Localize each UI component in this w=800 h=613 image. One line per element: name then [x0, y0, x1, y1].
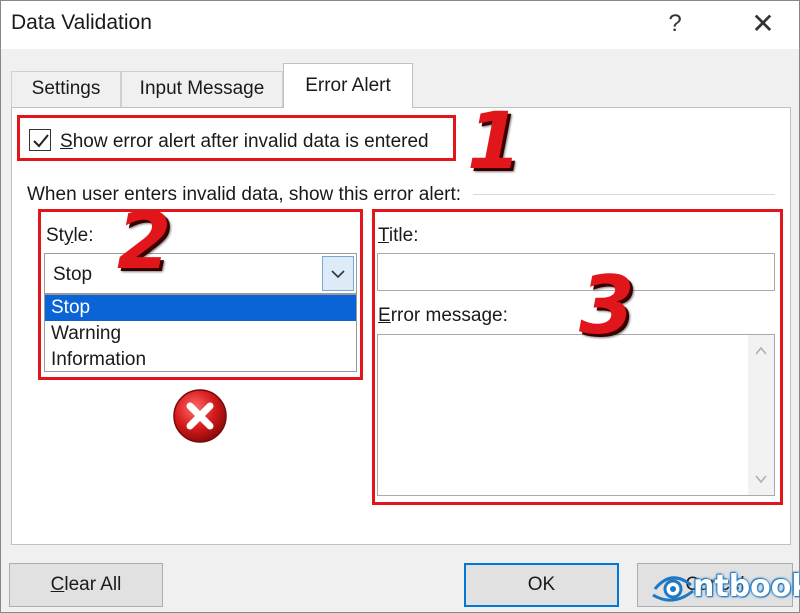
checkmark-icon [33, 134, 49, 148]
textarea-scrollbar[interactable] [748, 335, 774, 495]
data-validation-dialog: Data Validation ? ✕ Settings Input Messa… [0, 0, 800, 613]
group-divider [473, 194, 775, 195]
style-select[interactable]: Stop [44, 253, 357, 294]
style-option-stop[interactable]: Stop [45, 295, 356, 321]
show-error-alert-label[interactable]: Show error alert after invalid data is e… [60, 131, 429, 153]
title-input[interactable] [377, 253, 775, 291]
scroll-down-icon[interactable] [754, 473, 768, 485]
scroll-up-icon[interactable] [754, 345, 768, 357]
error-message-textarea[interactable] [377, 334, 775, 496]
style-dropdown-list: Stop Warning Information [44, 294, 357, 372]
style-option-information[interactable]: Information [45, 347, 356, 373]
style-label-post: le: [73, 225, 94, 246]
hotkey-t: T [378, 225, 389, 246]
tab-settings[interactable]: Settings [11, 71, 121, 107]
stop-error-icon [173, 389, 227, 443]
style-option-warning[interactable]: Warning [45, 321, 356, 347]
watermark-logo: ntbook [649, 567, 800, 607]
hotkey-c: C [50, 574, 65, 595]
style-label: Style: [46, 225, 94, 247]
annotation-number-1: 1 [467, 97, 522, 187]
show-error-alert-text: how error alert after invalid data is en… [72, 131, 429, 152]
tab-input-message[interactable]: Input Message [121, 71, 283, 107]
style-label-pre: St [46, 225, 64, 246]
show-error-alert-checkbox[interactable] [29, 129, 51, 151]
chevron-down-icon[interactable] [322, 256, 354, 291]
hotkey-s: S [60, 131, 73, 152]
dialog-title: Data Validation [11, 11, 152, 34]
clear-all-text: lear All [64, 574, 122, 595]
close-icon[interactable]: ✕ [741, 5, 785, 43]
watermark-text: ntbook [693, 569, 800, 604]
group-label: When user enters invalid data, show this… [27, 184, 462, 205]
title-label: Title: [378, 225, 418, 247]
chevron-down-glyph [331, 270, 345, 279]
annotation-number-2: 2 [117, 197, 172, 287]
eye-logo-icon [652, 576, 694, 602]
tab-error-alert[interactable]: Error Alert [283, 63, 413, 108]
hotkey-e: E [378, 305, 391, 326]
title-bar: Data Validation ? ✕ [1, 1, 799, 49]
error-message-label: Error message: [378, 305, 508, 327]
style-selected-value: Stop [53, 264, 93, 285]
help-icon[interactable]: ? [653, 5, 697, 43]
title-label-text: itle: [388, 225, 419, 246]
annotation-number-3: 3 [579, 259, 635, 352]
clear-all-button[interactable]: Clear All [9, 563, 163, 607]
error-message-label-text: rror message: [390, 305, 508, 326]
ok-button[interactable]: OK [464, 563, 619, 607]
